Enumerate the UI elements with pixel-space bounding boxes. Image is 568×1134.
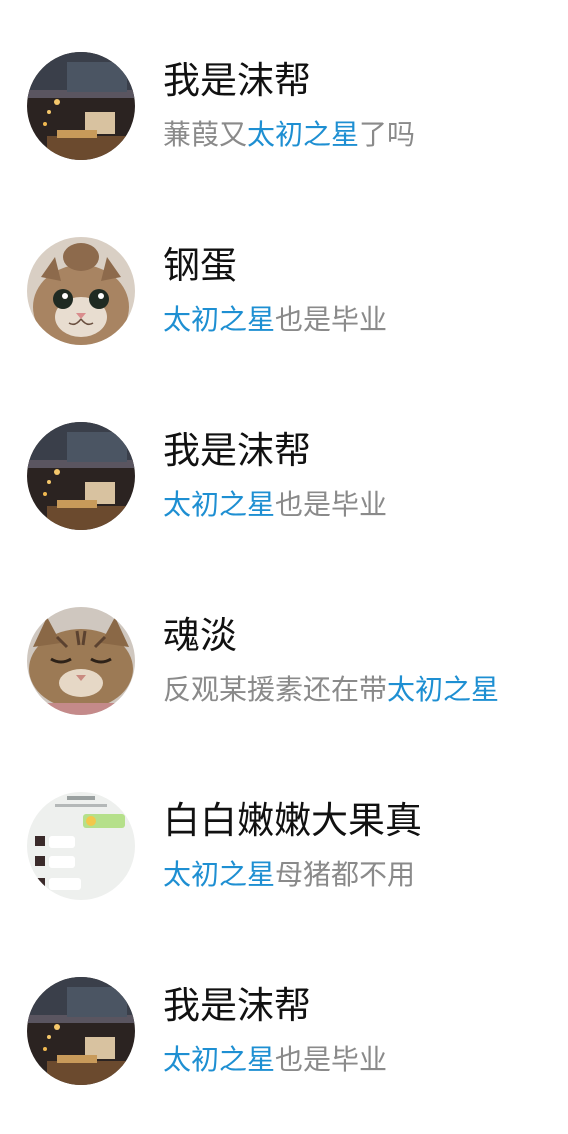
search-highlight: 太初之星 bbox=[247, 118, 360, 151]
snippet-text: 了吗 bbox=[359, 118, 416, 151]
snippet-text: 反观某援素还在带 bbox=[163, 673, 388, 706]
search-highlight: 太初之星 bbox=[163, 488, 276, 521]
contact-name: 我是沫帮 bbox=[163, 429, 311, 472]
list-item[interactable]: 我是沫帮 太初之星也是毕业 bbox=[0, 977, 568, 1127]
avatar[interactable] bbox=[27, 52, 135, 160]
contact-name: 我是沫帮 bbox=[163, 59, 311, 102]
contact-name: 钢蛋 bbox=[163, 244, 237, 287]
avatar[interactable] bbox=[27, 977, 135, 1085]
contact-name: 白白嫩嫩大果真 bbox=[163, 799, 422, 842]
message-snippet: 太初之星母猪都不用 bbox=[163, 856, 415, 894]
list-item[interactable]: 我是沫帮 太初之星也是毕业 bbox=[0, 422, 568, 572]
message-snippet: 反观某援素还在带太初之星 bbox=[163, 671, 499, 709]
snippet-text: 母猪都不用 bbox=[275, 858, 416, 891]
kitten-photo-icon bbox=[27, 237, 135, 345]
search-highlight: 太初之星 bbox=[163, 858, 276, 891]
message-snippet: 蒹葭又太初之星了吗 bbox=[163, 116, 415, 154]
desk-lamp-photo-icon bbox=[27, 977, 135, 1085]
message-snippet: 太初之星也是毕业 bbox=[163, 301, 387, 339]
snippet-text: 也是毕业 bbox=[275, 488, 388, 521]
list-item[interactable]: 我是沫帮 蒹葭又太初之星了吗 bbox=[0, 52, 568, 202]
avatar[interactable] bbox=[27, 607, 135, 715]
list-item[interactable]: 钢蛋 太初之星也是毕业 bbox=[0, 237, 568, 387]
search-highlight: 太初之星 bbox=[163, 1043, 276, 1076]
sleeping-cat-photo-icon bbox=[27, 607, 135, 715]
message-snippet: 太初之星也是毕业 bbox=[163, 1041, 387, 1079]
snippet-text: 蒹葭又 bbox=[163, 118, 248, 151]
search-highlight: 太初之星 bbox=[387, 673, 500, 706]
avatar[interactable] bbox=[27, 237, 135, 345]
list-item[interactable]: 魂淡 反观某援素还在带太初之星 bbox=[0, 607, 568, 757]
contact-name: 我是沫帮 bbox=[163, 984, 311, 1027]
snippet-text: 也是毕业 bbox=[275, 303, 388, 336]
desk-lamp-photo-icon bbox=[27, 422, 135, 530]
avatar[interactable] bbox=[27, 422, 135, 530]
search-highlight: 太初之星 bbox=[163, 303, 276, 336]
message-snippet: 太初之星也是毕业 bbox=[163, 486, 387, 524]
snippet-text: 也是毕业 bbox=[275, 1043, 388, 1076]
desk-lamp-photo-icon bbox=[27, 52, 135, 160]
contact-name: 魂淡 bbox=[163, 614, 237, 657]
search-results-list: 我是沫帮 蒹葭又太初之星了吗 钢蛋 太初之星也是毕业 我是沫帮 太初之星也是毕业… bbox=[0, 0, 568, 1134]
list-item[interactable]: 白白嫩嫩大果真 太初之星母猪都不用 bbox=[0, 792, 568, 942]
chat-screenshot-photo-icon bbox=[27, 792, 135, 900]
avatar[interactable] bbox=[27, 792, 135, 900]
